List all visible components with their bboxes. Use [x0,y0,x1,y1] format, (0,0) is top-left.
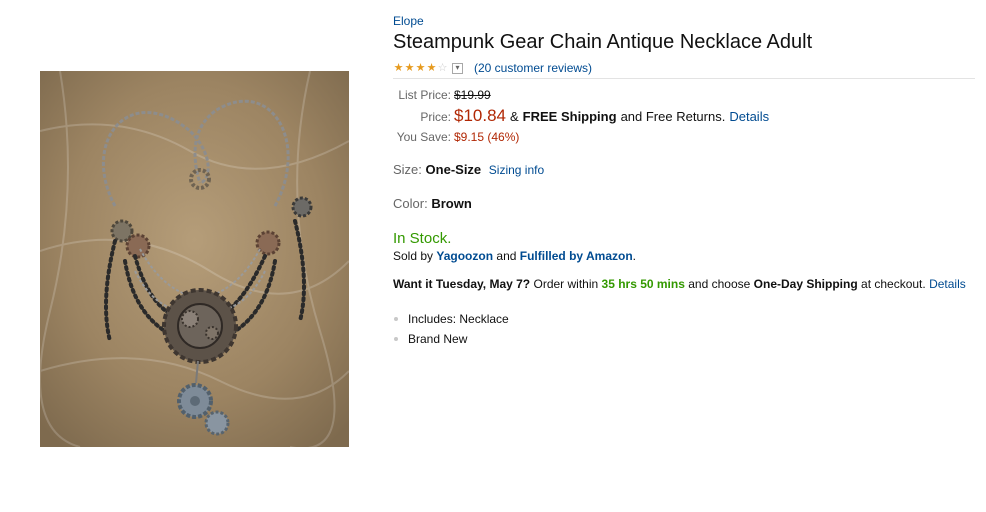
choose-text: and choose [688,277,751,291]
at-checkout-text: at checkout. [861,277,926,291]
color-label: Color: [393,196,428,211]
price-label: Price: [420,110,451,124]
in-stock-status: In Stock. [393,230,452,247]
divider [393,78,975,79]
price-value: $10.84 [454,106,506,125]
product-title: Steampunk Gear Chain Antique Necklace Ad… [393,31,813,53]
price-amp: & [510,109,519,124]
free-returns-text: and Free Returns. [620,109,726,124]
list-price-value: $19.99 [454,88,491,102]
want-it-label: Want it Tuesday, May 7? [393,277,531,291]
sold-by-and: and [496,249,517,263]
sold-by-prefix: Sold by [393,249,434,263]
size-row: Size: One-Size Sizing info [393,162,975,180]
shipping-details-link[interactable]: Details [729,109,769,124]
chevron-down-icon[interactable]: ▾ [452,62,463,74]
sizing-info-link[interactable]: Sizing info [489,163,544,177]
size-value: One-Size [425,162,482,177]
fulfilled-by-amazon-link[interactable]: Fulfilled by Amazon [520,249,633,263]
sold-by-period: . [632,249,637,263]
customer-reviews-link[interactable]: (20 customer reviews) [474,61,592,75]
feature-bullet: Includes: Necklace [393,312,975,332]
seller-link[interactable]: Yagoozon [436,249,493,263]
feature-bullet: Brand New [393,332,975,352]
brand-link[interactable]: Elope [393,13,424,29]
delivery-details-link[interactable]: Details [929,277,966,291]
countdown-timer: 35 hrs 50 mins [601,277,685,291]
star-rating[interactable]: ★ ★ ★ ★ ☆ [393,62,448,74]
star-icon: ★ [393,62,404,74]
rating-row: ★ ★ ★ ★ ☆ ▾ (20 customer reviews) [393,60,975,76]
delivery-promise: Want it Tuesday, May 7? Order within 35 … [393,277,975,293]
you-save-label: You Save: [396,130,451,144]
sold-by-line: Sold by Yagoozon and Fulfilled by Amazon… [393,249,975,263]
size-label: Size: [393,162,422,177]
feature-bullets: Includes: Necklace Brand New [393,312,975,352]
order-within-text: Order within [533,277,599,291]
free-shipping-label: FREE Shipping [522,109,617,124]
list-price-label: List Price: [398,88,451,102]
star-icon: ★ [415,62,426,74]
color-value: Brown [431,196,472,211]
product-image[interactable] [40,71,349,447]
price-block: List Price: $19.99 Price: $10.84 & FREE … [393,88,975,148]
color-row: Color: Brown [393,196,975,214]
product-details: Elope Steampunk Gear Chain Antique Neckl… [393,12,975,352]
star-icon: ★ [404,62,415,74]
star-icon: ★ [426,62,437,74]
you-save-value: $9.15 (46%) [454,130,520,144]
star-icon: ☆ [437,62,448,74]
shipping-method: One-Day Shipping [753,277,858,291]
